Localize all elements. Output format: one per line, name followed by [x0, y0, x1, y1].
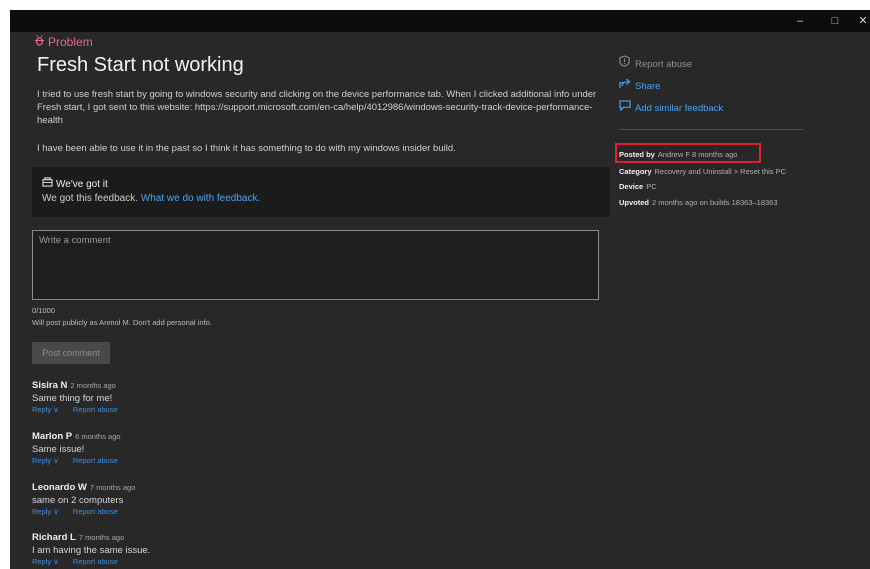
- add-similar-feedback-button[interactable]: Add similar feedback: [619, 100, 723, 114]
- comment-time: 6 months ago: [75, 432, 121, 441]
- device-row: Device PC: [619, 182, 657, 191]
- comment-text: Same issue!: [32, 444, 85, 455]
- comment-item: Marlon P6 months ago Same issue! Reply ∨…: [32, 431, 432, 465]
- comment-input[interactable]: Write a comment: [32, 230, 599, 300]
- problem-type-text: Problem: [48, 35, 93, 49]
- comment-time: 7 months ago: [78, 533, 125, 542]
- close-button[interactable]: ✕: [848, 10, 870, 32]
- post-comment-button[interactable]: Post comment: [32, 342, 110, 364]
- problem-description-extra: I have been able to use it in the past s…: [37, 143, 456, 154]
- share-button[interactable]: Share: [619, 78, 660, 92]
- share-icon: [619, 78, 635, 92]
- comment-item: Richard L7 months ago I am having the sa…: [32, 532, 432, 566]
- report-abuse-link[interactable]: Report abuse: [73, 557, 118, 566]
- report-abuse-link[interactable]: Report abuse: [73, 507, 118, 516]
- comment-author: Sisira N: [32, 380, 68, 391]
- report-abuse-button[interactable]: Report abuse: [619, 55, 692, 70]
- comment-item: Sisira N2 months ago Same thing for me! …: [32, 380, 432, 414]
- comment-author: Marlon P: [32, 431, 73, 442]
- device-label: Device: [619, 182, 644, 191]
- comment-text: Same thing for me!: [32, 393, 113, 404]
- comment-item: Leonardo W7 months ago same on 2 compute…: [32, 482, 432, 516]
- report-abuse-link[interactable]: Report abuse: [73, 456, 118, 465]
- reply-button[interactable]: Reply ∨: [32, 507, 59, 516]
- upvoted-row: Upvoted 2 months ago on builds 18363–1836…: [619, 198, 778, 207]
- category-row: Category Recovery and Uninstall > Reset t…: [619, 167, 786, 176]
- category-label: Category: [619, 167, 652, 176]
- title-bar: – □ ✕: [10, 10, 870, 32]
- posted-by-row: Posted by Andrew F 8 months ago: [619, 150, 737, 159]
- status-panel: We've got it We got this feedback. What …: [32, 167, 610, 217]
- comment-text: same on 2 computers: [32, 495, 124, 506]
- minimize-button[interactable]: –: [785, 10, 815, 32]
- posted-by-label: Posted by: [619, 150, 655, 159]
- status-text-line: We got this feedback. What we do with fe…: [42, 193, 600, 204]
- share-label: Share: [635, 81, 661, 92]
- maximize-button[interactable]: □: [820, 10, 850, 32]
- comment-time: 2 months ago: [70, 381, 116, 390]
- feedback-info-link[interactable]: What we do with feedback.: [141, 193, 261, 204]
- problem-type-label: Problem: [34, 35, 93, 49]
- sidebar-divider: [619, 129, 803, 130]
- upvoted-value: 2 months ago on builds 18363–18363: [652, 198, 778, 207]
- feedback-window: – □ ✕ Problem Fresh Start not working I …: [10, 10, 870, 569]
- problem-description: I tried to use fresh start by going to w…: [37, 89, 597, 126]
- post-note: Will post publicly as Anmol M. Don't add…: [32, 318, 212, 327]
- add-similar-feedback-label: Add similar feedback: [635, 103, 724, 114]
- feedback-icon: [619, 100, 635, 114]
- reply-button[interactable]: Reply ∨: [32, 405, 59, 414]
- status-heading-text: We've got it: [56, 179, 108, 190]
- shield-icon: [619, 55, 635, 70]
- comment-time: 7 months ago: [89, 483, 136, 492]
- report-abuse-link[interactable]: Report abuse: [73, 405, 118, 414]
- category-value: Recovery and Uninstall > Reset this PC: [654, 167, 787, 176]
- reply-button[interactable]: Reply ∨: [32, 557, 59, 566]
- bug-icon: [34, 35, 48, 49]
- character-counter: 0/1000: [32, 306, 55, 315]
- inbox-icon: [42, 177, 56, 190]
- comment-author: Richard L: [32, 532, 76, 543]
- status-text: We got this feedback.: [42, 193, 138, 204]
- report-abuse-label: Report abuse: [635, 59, 693, 70]
- posted-by-value: Andrew F 8 months ago: [657, 150, 738, 159]
- comment-author: Leonardo W: [32, 482, 87, 493]
- comment-text: I am having the same issue.: [32, 545, 151, 556]
- reply-button[interactable]: Reply ∨: [32, 456, 59, 465]
- page-title: Fresh Start not working: [37, 54, 244, 76]
- device-value: PC: [646, 182, 657, 191]
- upvoted-label: Upvoted: [619, 198, 649, 207]
- status-heading: We've got it: [42, 177, 600, 190]
